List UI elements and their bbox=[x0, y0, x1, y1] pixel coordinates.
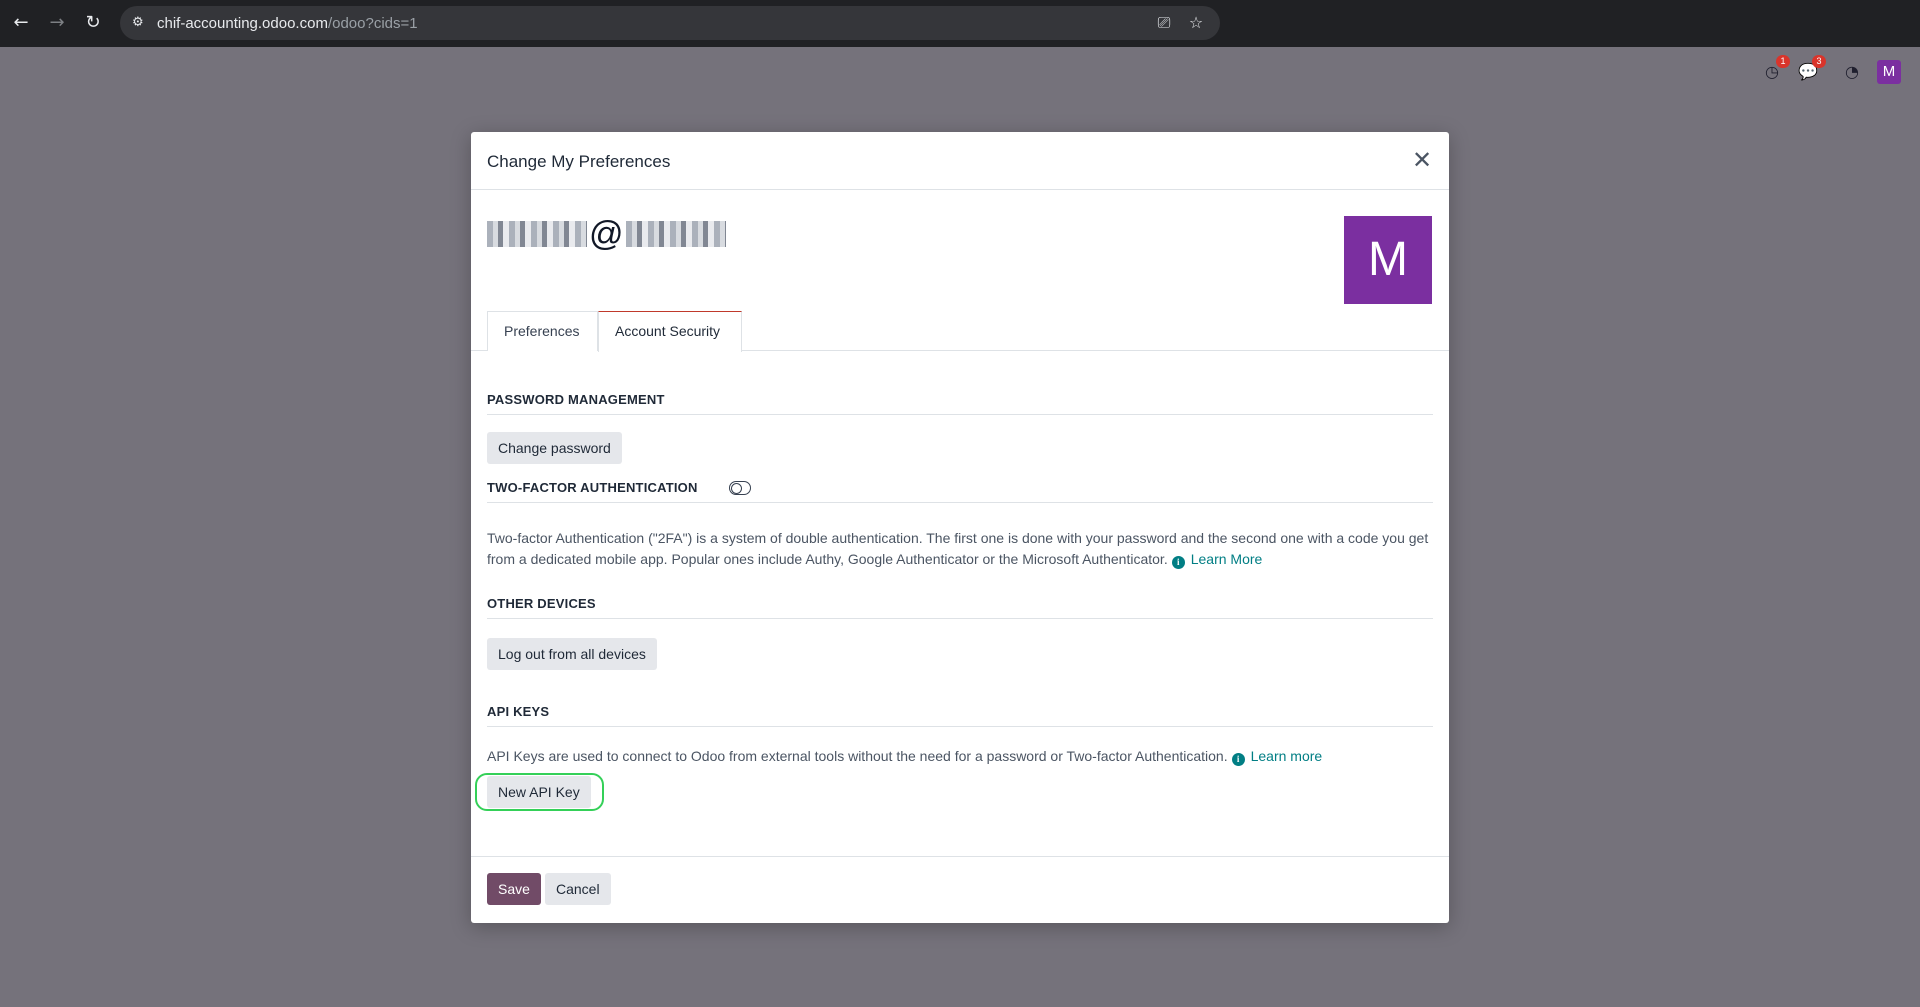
api-keys-description-text: API Keys are used to connect to Odoo fro… bbox=[487, 748, 1228, 764]
user-email-redacted: @ bbox=[487, 215, 726, 253]
redacted-block bbox=[487, 221, 587, 247]
toggle-icon[interactable] bbox=[729, 481, 751, 495]
twofa-title-text: TWO-FACTOR AUTHENTICATION bbox=[487, 480, 698, 495]
twofa-section-title: TWO-FACTOR AUTHENTICATION bbox=[487, 480, 1433, 503]
twofa-description-text: Two-factor Authentication ("2FA") is a s… bbox=[487, 530, 1429, 567]
profile-avatar[interactable]: M bbox=[1344, 216, 1432, 304]
change-password-button[interactable]: Change password bbox=[487, 432, 622, 464]
url-text[interactable]: chif-accounting.odoo.com/odoo?cids=1 bbox=[157, 15, 418, 32]
browser-toolbar: ← → ↻ ⚙ chif-accounting.odoo.com/odoo?ci… bbox=[0, 0, 1920, 47]
bookmark-star-icon[interactable]: ☆ bbox=[1186, 13, 1206, 33]
tab-account-security[interactable]: Account Security bbox=[598, 311, 742, 352]
address-bar[interactable]: ⚙ chif-accounting.odoo.com/odoo?cids=1 ⎚… bbox=[120, 6, 1220, 40]
messages-icon[interactable]: 💬 3 bbox=[1796, 55, 1826, 84]
preferences-dialog: Change My Preferences ✕ @ M Preferences … bbox=[471, 132, 1449, 923]
activity-clock-icon[interactable]: ◷ 1 bbox=[1760, 55, 1790, 84]
info-icon: i bbox=[1171, 556, 1185, 569]
api-keys-section-title: API KEYS bbox=[487, 704, 1433, 727]
new-api-key-button[interactable]: New API Key bbox=[487, 776, 591, 808]
info-icon: i bbox=[1231, 753, 1245, 766]
api-keys-learn-more-link[interactable]: Learn more bbox=[1251, 748, 1323, 764]
logout-all-devices-button[interactable]: Log out from all devices bbox=[487, 638, 657, 670]
api-keys-description: API Keys are used to connect to Odoo fro… bbox=[487, 746, 1437, 767]
user-avatar[interactable]: M bbox=[1877, 60, 1901, 84]
email-at-sign: @ bbox=[589, 215, 624, 253]
activity-badge: 1 bbox=[1776, 55, 1790, 68]
twofa-description: Two-factor Authentication ("2FA") is a s… bbox=[487, 528, 1437, 570]
url-host: chif-accounting.odoo.com bbox=[157, 15, 328, 32]
save-button[interactable]: Save bbox=[487, 873, 541, 905]
back-icon[interactable]: ← bbox=[10, 12, 32, 34]
timer-icon[interactable]: ◔ bbox=[1840, 60, 1864, 84]
dialog-footer: Save Cancel bbox=[471, 856, 1449, 923]
twofa-learn-more-link[interactable]: Learn More bbox=[1191, 551, 1263, 567]
redacted-block bbox=[625, 221, 726, 247]
cancel-button[interactable]: Cancel bbox=[545, 873, 611, 905]
password-section-title: PASSWORD MANAGEMENT bbox=[487, 392, 1433, 415]
url-path: /odoo?cids=1 bbox=[327, 15, 418, 32]
tab-preferences[interactable]: Preferences bbox=[487, 311, 598, 351]
devices-section-title: OTHER DEVICES bbox=[487, 596, 1433, 619]
messages-badge: 3 bbox=[1812, 55, 1826, 68]
dialog-title: Change My Preferences bbox=[487, 152, 671, 171]
site-settings-icon[interactable]: ⚙ bbox=[132, 15, 148, 31]
reload-icon[interactable]: ↻ bbox=[82, 12, 104, 34]
dialog-tabs: Preferences Account Security bbox=[471, 310, 1449, 352]
close-icon[interactable]: ✕ bbox=[1409, 147, 1435, 173]
dialog-header: Change My Preferences ✕ bbox=[471, 132, 1449, 190]
install-app-icon[interactable]: ⎚ bbox=[1154, 13, 1174, 33]
forward-icon[interactable]: → bbox=[46, 12, 68, 34]
